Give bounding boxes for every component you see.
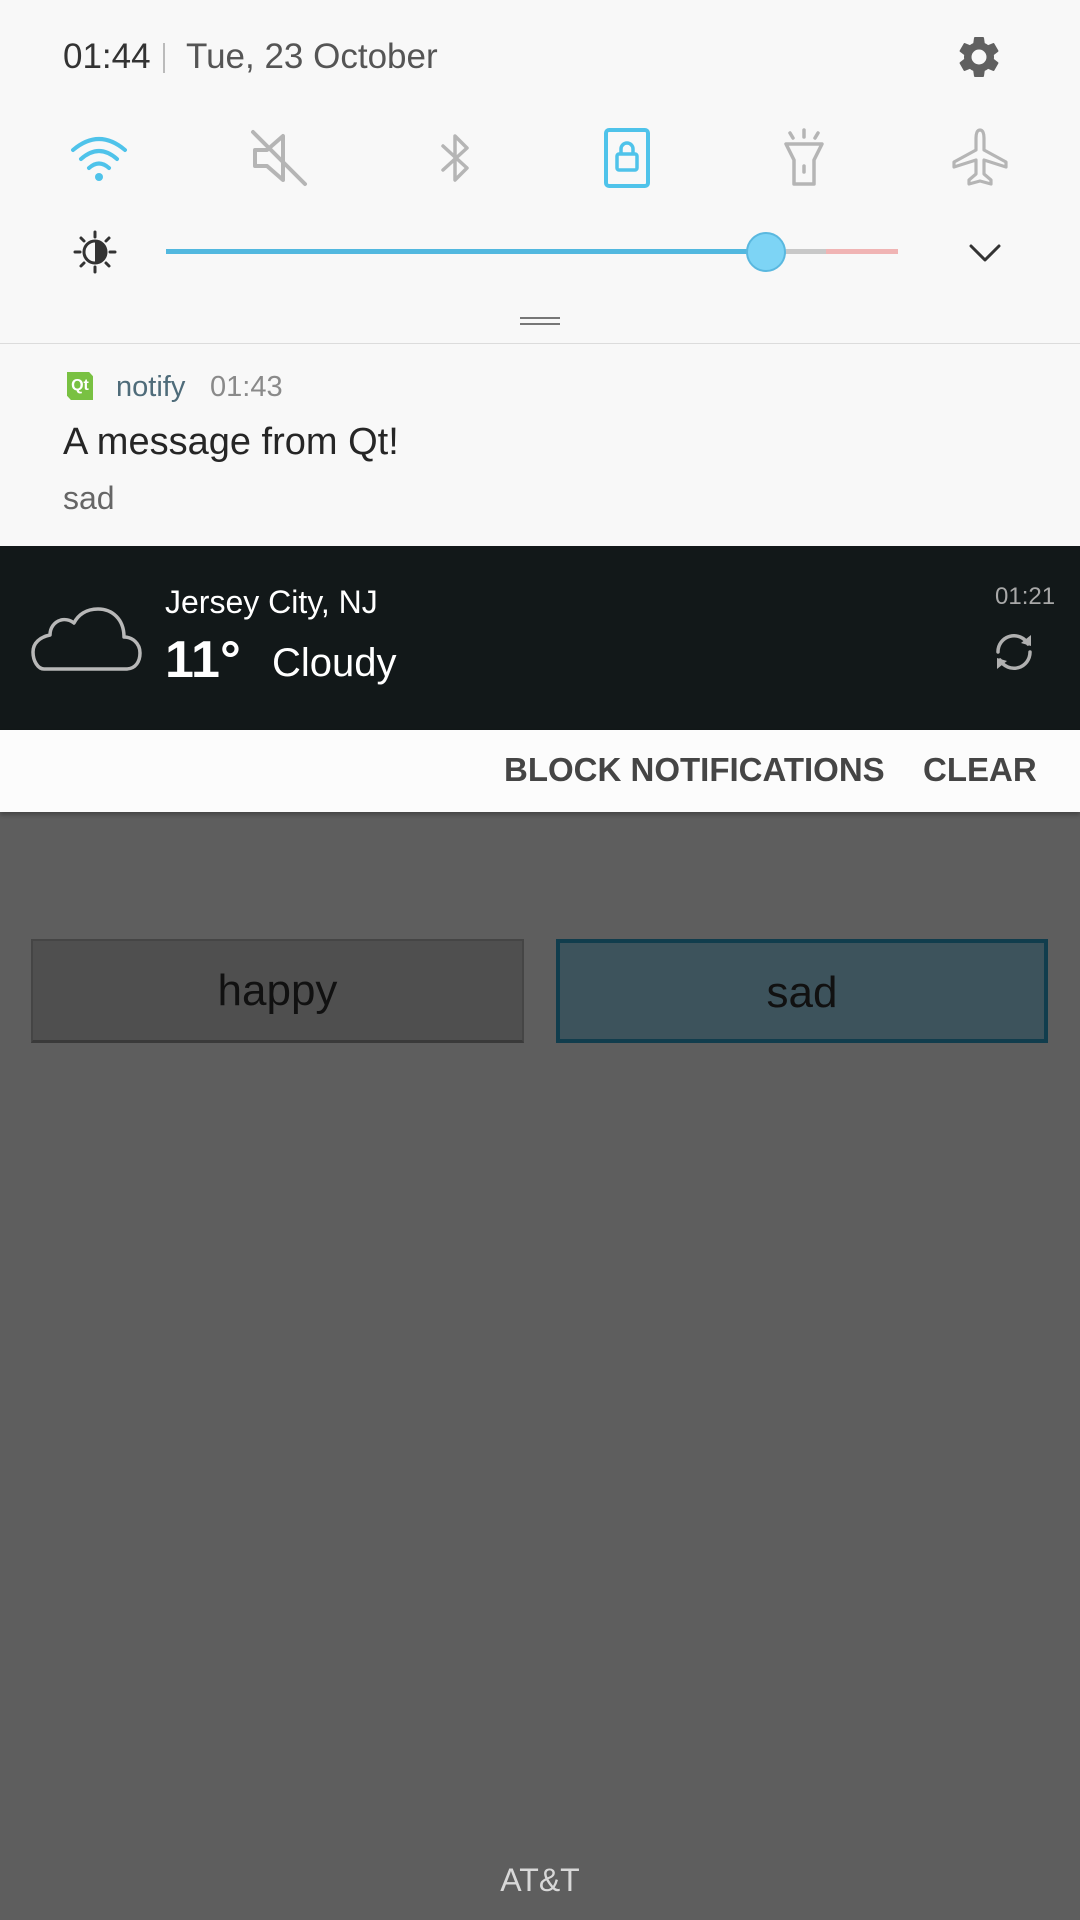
weather-widget[interactable] (0, 546, 1080, 730)
drag-handle[interactable] (520, 317, 560, 325)
rotation-lock-icon[interactable] (598, 128, 658, 188)
brightness-slider[interactable] (166, 249, 898, 254)
wifi-icon[interactable] (69, 128, 129, 188)
sad-button[interactable]: sad (556, 939, 1048, 1043)
brightness-slider-fill (166, 249, 766, 254)
clear-button[interactable]: CLEAR (923, 751, 1037, 789)
weather-temperature: 11° (165, 631, 241, 689)
notification-time: 01:43 (210, 371, 283, 403)
bluetooth-icon[interactable] (425, 128, 485, 188)
refresh-icon[interactable] (990, 630, 1038, 674)
weather-updated-time: 01:21 (995, 583, 1056, 610)
brightness-slider-thumb[interactable] (746, 232, 786, 272)
block-notifications-button[interactable]: BLOCK NOTIFICATIONS (504, 751, 885, 789)
quick-settings-panel (0, 0, 1080, 343)
clock: 01:44 (63, 37, 151, 76)
brightness-high-zone (826, 249, 898, 254)
cloud-icon (30, 595, 142, 673)
divider (163, 43, 165, 73)
brightness-icon (73, 230, 117, 274)
settings-gear-icon[interactable] (954, 32, 1004, 82)
date: Tue, 23 October (186, 37, 438, 76)
notification-body: sad (63, 480, 115, 516)
weather-city: Jersey City, NJ (165, 584, 378, 620)
flashlight-icon[interactable] (774, 128, 834, 188)
mute-icon[interactable] (249, 128, 309, 188)
airplane-icon[interactable] (950, 128, 1010, 188)
chevron-down-icon[interactable] (968, 238, 1002, 268)
weather-condition: Cloudy (272, 641, 397, 685)
qt-app-icon: Qt (67, 372, 93, 400)
notification-app-name: notify (116, 371, 186, 403)
carrier-label: AT&T (500, 1862, 580, 1898)
notification-title: A message from Qt! (63, 421, 399, 463)
happy-button[interactable]: happy (31, 939, 524, 1043)
